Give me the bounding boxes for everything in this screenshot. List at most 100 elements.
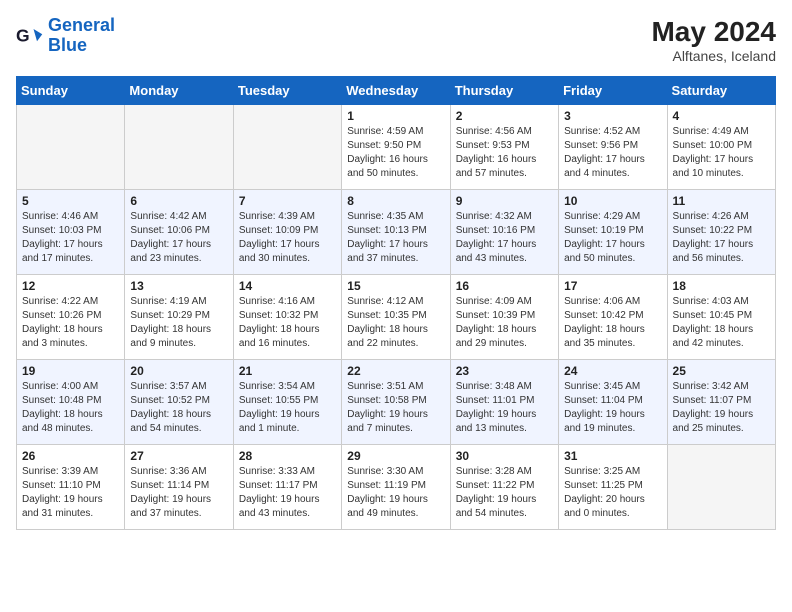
day-number: 13 <box>130 279 227 293</box>
calendar-cell: 25Sunrise: 3:42 AM Sunset: 11:07 PM Dayl… <box>667 360 775 445</box>
day-number: 3 <box>564 109 661 123</box>
day-info: Sunrise: 3:36 AM Sunset: 11:14 PM Daylig… <box>130 465 227 521</box>
day-info: Sunrise: 3:45 AM Sunset: 11:04 PM Daylig… <box>564 380 661 436</box>
calendar-cell: 30Sunrise: 3:28 AM Sunset: 11:22 PM Dayl… <box>450 445 558 530</box>
day-info: Sunrise: 4:09 AM Sunset: 10:39 PM Daylig… <box>456 295 553 351</box>
calendar-cell: 14 Sunrise: 4:16 AM Sunset: 10:32 PM Dayl… <box>233 275 341 360</box>
day-number: 9 <box>456 194 553 208</box>
calendar-cell: 9Sunrise: 4:32 AM Sunset: 10:16 PM Dayli… <box>450 190 558 275</box>
calendar-table: SundayMondayTuesdayWednesdayThursdayFrid… <box>16 76 776 530</box>
day-number: 8 <box>347 194 444 208</box>
day-number: 2 <box>456 109 553 123</box>
page-header: G General Blue May 2024 Alftanes, Icelan… <box>16 16 776 64</box>
day-number: 15 <box>347 279 444 293</box>
weekday-header-thursday: Thursday <box>450 77 558 105</box>
svg-text:G: G <box>16 25 30 45</box>
day-number: 22 <box>347 364 444 378</box>
day-info: Sunrise: 4:46 AM Sunset: 10:03 PM Daylig… <box>22 210 119 266</box>
day-info: Sunrise: 3:30 AM Sunset: 11:19 PM Daylig… <box>347 465 444 521</box>
calendar-cell: 18 Sunrise: 4:03 AM Sunset: 10:45 PM Dayl… <box>667 275 775 360</box>
day-info: Sunrise: 4:42 AM Sunset: 10:06 PM Daylig… <box>130 210 227 266</box>
day-number: 26 <box>22 449 119 463</box>
calendar-cell: 22 Sunrise: 3:51 AM Sunset: 10:58 PM Dayl… <box>342 360 450 445</box>
month-year: May 2024 <box>651 16 776 48</box>
day-info: Sunrise: 4:29 AM Sunset: 10:19 PM Daylig… <box>564 210 661 266</box>
calendar-cell: 1 Sunrise: 4:59 AM Sunset: 9:50 PM Daylig… <box>342 105 450 190</box>
calendar-week-1: 1 Sunrise: 4:59 AM Sunset: 9:50 PM Daylig… <box>17 105 776 190</box>
weekday-header-wednesday: Wednesday <box>342 77 450 105</box>
weekday-header-sunday: Sunday <box>17 77 125 105</box>
day-info: Sunrise: 4:49 AM Sunset: 10:00 PM Daylig… <box>673 125 770 181</box>
calendar-cell: 28Sunrise: 3:33 AM Sunset: 11:17 PM Dayl… <box>233 445 341 530</box>
day-number: 28 <box>239 449 336 463</box>
location: Alftanes, Iceland <box>651 48 776 64</box>
day-info: Sunrise: 4:03 AM Sunset: 10:45 PM Daylig… <box>673 295 770 351</box>
calendar-week-2: 5 Sunrise: 4:46 AM Sunset: 10:03 PM Dayli… <box>17 190 776 275</box>
day-number: 5 <box>22 194 119 208</box>
calendar-week-4: 19Sunrise: 4:00 AM Sunset: 10:48 PM Dayl… <box>17 360 776 445</box>
day-number: 27 <box>130 449 227 463</box>
calendar-cell: 8Sunrise: 4:35 AM Sunset: 10:13 PM Dayli… <box>342 190 450 275</box>
day-number: 14 <box>239 279 336 293</box>
day-info: Sunrise: 4:52 AM Sunset: 9:56 PM Dayligh… <box>564 125 661 181</box>
day-info: Sunrise: 3:54 AM Sunset: 10:55 PM Daylig… <box>239 380 336 436</box>
day-info: Sunrise: 4:19 AM Sunset: 10:29 PM Daylig… <box>130 295 227 351</box>
day-info: Sunrise: 4:22 AM Sunset: 10:26 PM Daylig… <box>22 295 119 351</box>
calendar-cell: 11 Sunrise: 4:26 AM Sunset: 10:22 PM Dayl… <box>667 190 775 275</box>
calendar-cell: 20Sunrise: 3:57 AM Sunset: 10:52 PM Dayl… <box>125 360 233 445</box>
calendar-cell: 7Sunrise: 4:39 AM Sunset: 10:09 PM Dayli… <box>233 190 341 275</box>
calendar-cell <box>17 105 125 190</box>
calendar-cell: 21 Sunrise: 3:54 AM Sunset: 10:55 PM Dayl… <box>233 360 341 445</box>
calendar-week-5: 26 Sunrise: 3:39 AM Sunset: 11:10 PM Dayl… <box>17 445 776 530</box>
day-number: 10 <box>564 194 661 208</box>
logo-blue: Blue <box>48 35 87 55</box>
day-info: Sunrise: 4:06 AM Sunset: 10:42 PM Daylig… <box>564 295 661 351</box>
calendar-cell: 29 Sunrise: 3:30 AM Sunset: 11:19 PM Dayl… <box>342 445 450 530</box>
calendar-cell: 13 Sunrise: 4:19 AM Sunset: 10:29 PM Dayl… <box>125 275 233 360</box>
day-info: Sunrise: 4:26 AM Sunset: 10:22 PM Daylig… <box>673 210 770 266</box>
calendar-cell: 12 Sunrise: 4:22 AM Sunset: 10:26 PM Dayl… <box>17 275 125 360</box>
day-info: Sunrise: 3:42 AM Sunset: 11:07 PM Daylig… <box>673 380 770 436</box>
weekday-header-friday: Friday <box>559 77 667 105</box>
calendar-cell: 5 Sunrise: 4:46 AM Sunset: 10:03 PM Dayli… <box>17 190 125 275</box>
logo-general: General <box>48 15 115 35</box>
calendar-cell: 3 Sunrise: 4:52 AM Sunset: 9:56 PM Daylig… <box>559 105 667 190</box>
title-block: May 2024 Alftanes, Iceland <box>651 16 776 64</box>
day-info: Sunrise: 3:25 AM Sunset: 11:25 PM Daylig… <box>564 465 661 521</box>
calendar-cell: 2 Sunrise: 4:56 AM Sunset: 9:53 PM Daylig… <box>450 105 558 190</box>
weekday-header-row: SundayMondayTuesdayWednesdayThursdayFrid… <box>17 77 776 105</box>
day-info: Sunrise: 4:39 AM Sunset: 10:09 PM Daylig… <box>239 210 336 266</box>
day-number: 18 <box>673 279 770 293</box>
calendar-cell: 27 Sunrise: 3:36 AM Sunset: 11:14 PM Dayl… <box>125 445 233 530</box>
day-info: Sunrise: 3:39 AM Sunset: 11:10 PM Daylig… <box>22 465 119 521</box>
calendar-cell: 23Sunrise: 3:48 AM Sunset: 11:01 PM Dayl… <box>450 360 558 445</box>
day-number: 16 <box>456 279 553 293</box>
calendar-week-3: 12 Sunrise: 4:22 AM Sunset: 10:26 PM Dayl… <box>17 275 776 360</box>
day-info: Sunrise: 4:16 AM Sunset: 10:32 PM Daylig… <box>239 295 336 351</box>
day-info: Sunrise: 4:59 AM Sunset: 9:50 PM Dayligh… <box>347 125 444 181</box>
logo-text: General Blue <box>48 16 115 56</box>
day-number: 1 <box>347 109 444 123</box>
calendar-cell: 24 Sunrise: 3:45 AM Sunset: 11:04 PM Dayl… <box>559 360 667 445</box>
day-number: 21 <box>239 364 336 378</box>
day-info: Sunrise: 3:28 AM Sunset: 11:22 PM Daylig… <box>456 465 553 521</box>
calendar-cell <box>233 105 341 190</box>
day-number: 31 <box>564 449 661 463</box>
calendar-cell: 16 Sunrise: 4:09 AM Sunset: 10:39 PM Dayl… <box>450 275 558 360</box>
weekday-header-saturday: Saturday <box>667 77 775 105</box>
day-number: 11 <box>673 194 770 208</box>
day-info: Sunrise: 3:51 AM Sunset: 10:58 PM Daylig… <box>347 380 444 436</box>
day-number: 19 <box>22 364 119 378</box>
calendar-cell: 26 Sunrise: 3:39 AM Sunset: 11:10 PM Dayl… <box>17 445 125 530</box>
day-info: Sunrise: 4:56 AM Sunset: 9:53 PM Dayligh… <box>456 125 553 181</box>
logo-icon: G <box>16 22 44 50</box>
logo: G General Blue <box>16 16 115 56</box>
day-number: 29 <box>347 449 444 463</box>
day-info: Sunrise: 4:12 AM Sunset: 10:35 PM Daylig… <box>347 295 444 351</box>
day-number: 17 <box>564 279 661 293</box>
day-number: 12 <box>22 279 119 293</box>
day-info: Sunrise: 3:48 AM Sunset: 11:01 PM Daylig… <box>456 380 553 436</box>
day-info: Sunrise: 3:57 AM Sunset: 10:52 PM Daylig… <box>130 380 227 436</box>
day-number: 24 <box>564 364 661 378</box>
calendar-cell <box>125 105 233 190</box>
